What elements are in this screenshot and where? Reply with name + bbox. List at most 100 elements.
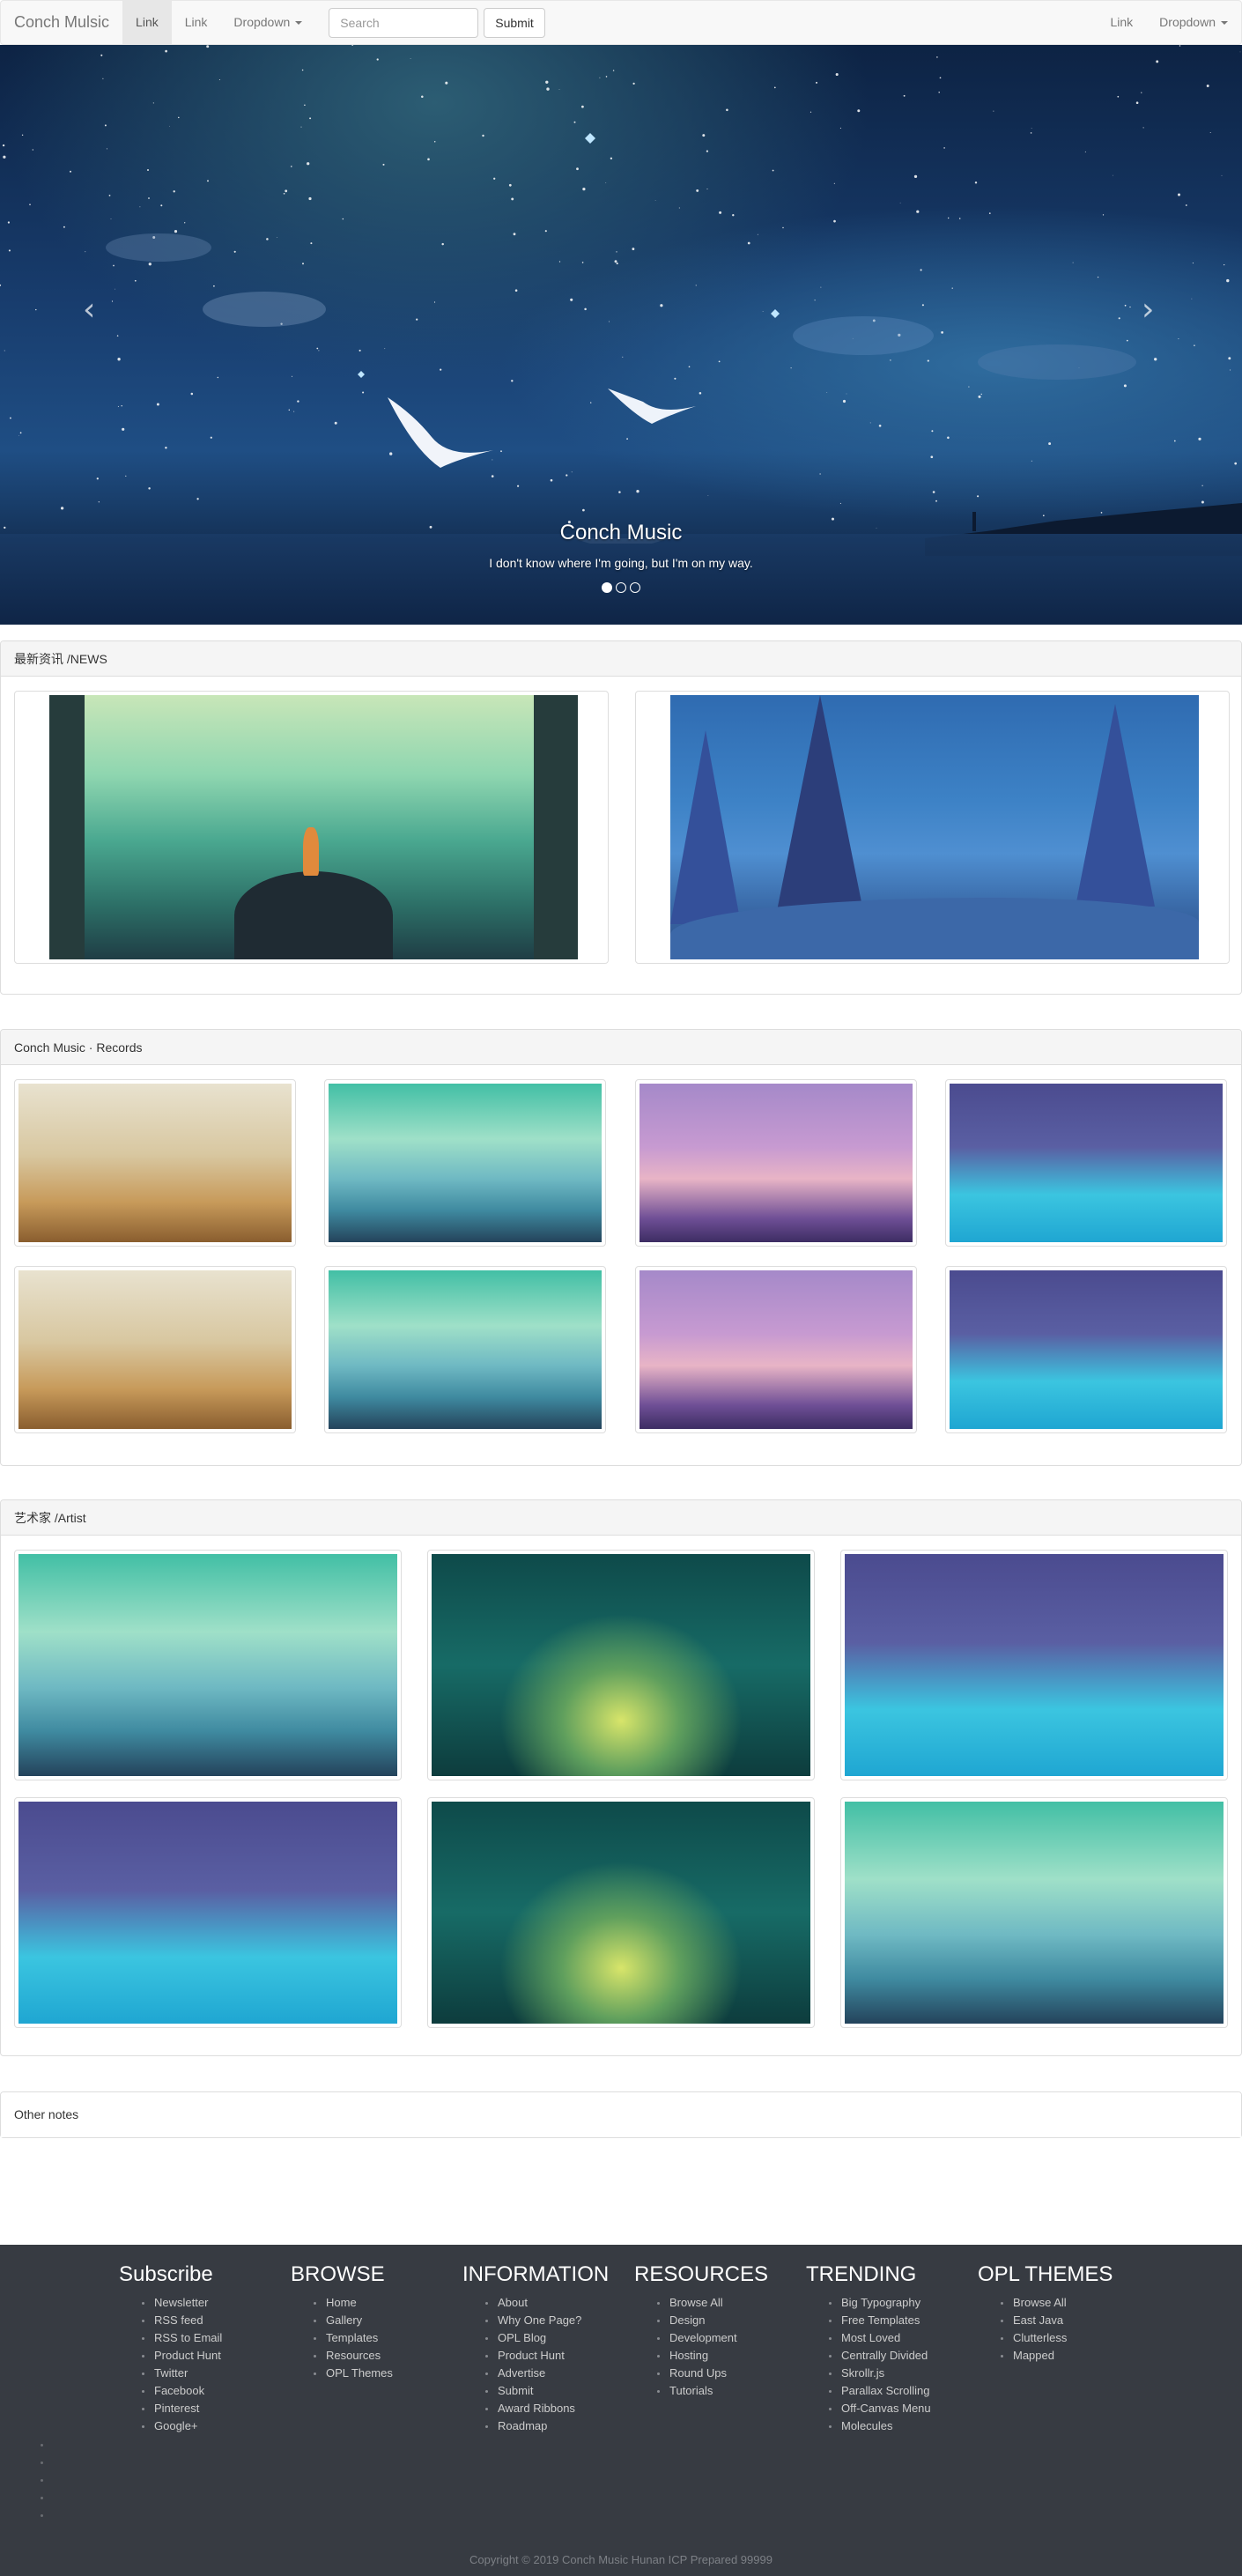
record-thumbnail[interactable] [945, 1266, 1227, 1433]
submit-button[interactable]: Submit [484, 7, 545, 38]
footer-column: RESOURCES Browse All Design Development Host… [634, 2262, 802, 2400]
footer-link[interactable]: Roadmap [485, 2417, 630, 2435]
footer-link[interactable]: Home [314, 2294, 458, 2312]
carousel-indicator[interactable] [602, 582, 612, 593]
footer-link[interactable]: About [485, 2294, 630, 2312]
news-panel: 最新资讯 /NEWS [0, 640, 1242, 995]
record-thumbnail[interactable] [14, 1079, 296, 1247]
footer-link[interactable]: Product Hunt [142, 2347, 286, 2365]
footer: Subscribe Newsletter RSS feed RSS to Email P… [0, 2245, 1242, 2576]
footer-link[interactable]: RSS to Email [142, 2329, 286, 2347]
news-heading: 最新资讯 /NEWS [1, 641, 1241, 677]
news-thumbnail[interactable] [14, 691, 609, 964]
search-input[interactable] [329, 7, 479, 38]
footer-link[interactable]: Submit [485, 2382, 630, 2400]
footer-column-title: RESOURCES [634, 2262, 769, 2286]
artist-thumbnail[interactable] [427, 1550, 815, 1780]
footer-link[interactable]: Pinterest [142, 2400, 286, 2417]
footer-column: Subscribe Newsletter RSS feed RSS to Email P… [119, 2262, 286, 2435]
footer-link[interactable]: RSS feed [142, 2312, 286, 2329]
footer-link[interactable]: Hosting [657, 2347, 802, 2365]
footer-link-list: Home Gallery Templates Resources OPL Themes [291, 2294, 458, 2382]
footer-link[interactable]: Big Typography [829, 2294, 973, 2312]
artist-thumbnail[interactable] [14, 1550, 402, 1780]
artist-thumbnail[interactable] [840, 1550, 1228, 1780]
chevron-right-icon[interactable]: › [1142, 292, 1154, 328]
record-thumbnail[interactable] [324, 1079, 606, 1247]
footer-link[interactable]: Why One Page? [485, 2312, 630, 2329]
footer-link[interactable]: Development [657, 2329, 802, 2347]
nav-link-1[interactable]: Link [122, 0, 172, 45]
night-bridge-image [18, 1802, 397, 2024]
nav-link-2[interactable]: Link [172, 0, 221, 45]
footer-link[interactable]: Design [657, 2312, 802, 2329]
notes-heading: Other notes [1, 2092, 1241, 2137]
record-thumbnail[interactable] [945, 1079, 1227, 1247]
footer-link[interactable]: Most Loved [829, 2329, 973, 2347]
footer-link[interactable]: Mapped [1001, 2347, 1145, 2365]
footer-link-list: Big Typography Free Templates Most Loved Ce… [806, 2294, 973, 2435]
carousel-indicator[interactable] [630, 582, 640, 593]
nav-dropdown-right-label: Dropdown [1159, 15, 1216, 29]
footer-link[interactable]: Resources [314, 2347, 458, 2365]
footer-link[interactable]: Award Ribbons [485, 2400, 630, 2417]
footer-link[interactable]: Facebook [142, 2382, 286, 2400]
carousel-indicator[interactable] [616, 582, 626, 593]
artist-thumbnail[interactable] [840, 1797, 1228, 2028]
footer-column-title: Subscribe [119, 2262, 213, 2286]
footer-link[interactable]: East Java [1001, 2312, 1145, 2329]
nav-dropdown-left-label: Dropdown [233, 15, 291, 29]
campfire-jungle-image [432, 1554, 810, 1776]
record-thumbnail[interactable] [324, 1266, 606, 1433]
carousel-caption-text: I don't know where I'm going, but I'm on… [489, 556, 753, 570]
nav-link-right[interactable]: Link [1097, 0, 1146, 45]
footer-link[interactable]: Browse All [657, 2294, 802, 2312]
footer-link[interactable]: Round Ups [657, 2365, 802, 2382]
footer-link[interactable]: Off-Canvas Menu [829, 2400, 973, 2417]
footer-link-list: Browse All Design Development Hosting Round … [634, 2294, 802, 2400]
footer-link[interactable]: Advertise [485, 2365, 630, 2382]
footer-link[interactable]: OPL Blog [485, 2329, 630, 2347]
desert-monolith-image [18, 1270, 292, 1429]
footer-link[interactable]: Gallery [314, 2312, 458, 2329]
caret-down-icon [1221, 20, 1228, 25]
mountain-train-image [639, 1084, 913, 1242]
campfire-jungle-image [432, 1802, 810, 2024]
brand-logo[interactable]: Conch Mulsic [1, 0, 122, 45]
footer-link[interactable]: Tutorials [657, 2382, 802, 2400]
footer-link[interactable]: Parallax Scrolling [829, 2382, 973, 2400]
record-thumbnail[interactable] [635, 1266, 917, 1433]
footer-link[interactable]: Free Templates [829, 2312, 973, 2329]
footer-link[interactable]: Templates [314, 2329, 458, 2347]
record-thumbnail[interactable] [14, 1266, 296, 1433]
artist-panel: 艺术家 /Artist [0, 1499, 1242, 2056]
search-form: Submit [329, 7, 545, 38]
artist-thumbnail[interactable] [14, 1797, 402, 2028]
footer-link[interactable]: Browse All [1001, 2294, 1145, 2312]
footer-link[interactable]: Centrally Divided [829, 2347, 973, 2365]
footer-column: INFORMATION About Why One Page? OPL Blog Pro… [462, 2262, 630, 2435]
footer-link[interactable]: Product Hunt [485, 2347, 630, 2365]
nav-dropdown-left[interactable]: Dropdown [220, 0, 315, 45]
mountain-valley-image [845, 1802, 1224, 2024]
artist-thumbnail[interactable] [427, 1797, 815, 2028]
footer-link[interactable]: Skrollr.js [829, 2365, 973, 2382]
footer-link[interactable]: OPL Themes [314, 2365, 458, 2382]
hero-carousel: ‹ › Conch Music I don't know where I'm g… [0, 45, 1242, 625]
footer-link[interactable]: Molecules [829, 2417, 973, 2435]
news-thumbnail[interactable] [635, 691, 1230, 964]
footer-link[interactable]: Newsletter [142, 2294, 286, 2312]
copyright-text: Copyright © 2019 Conch Music Hunan ICP P… [469, 2553, 773, 2566]
record-thumbnail[interactable] [635, 1079, 917, 1247]
footer-link[interactable]: Twitter [142, 2365, 286, 2382]
carousel-caption-title: Conch Music [559, 521, 683, 544]
artist-heading: 艺术家 /Artist [1, 1500, 1241, 1536]
records-panel: Conch Music · Records [0, 1029, 1242, 1466]
footer-link[interactable]: Google+ [142, 2417, 286, 2435]
water-reflection [0, 534, 1242, 625]
mountain-valley-image [18, 1554, 397, 1776]
footer-link[interactable]: Clutterless [1001, 2329, 1145, 2347]
footer-column-title: TRENDING [806, 2262, 917, 2286]
nav-dropdown-right[interactable]: Dropdown [1146, 0, 1241, 45]
chevron-left-icon[interactable]: ‹ [83, 292, 95, 328]
